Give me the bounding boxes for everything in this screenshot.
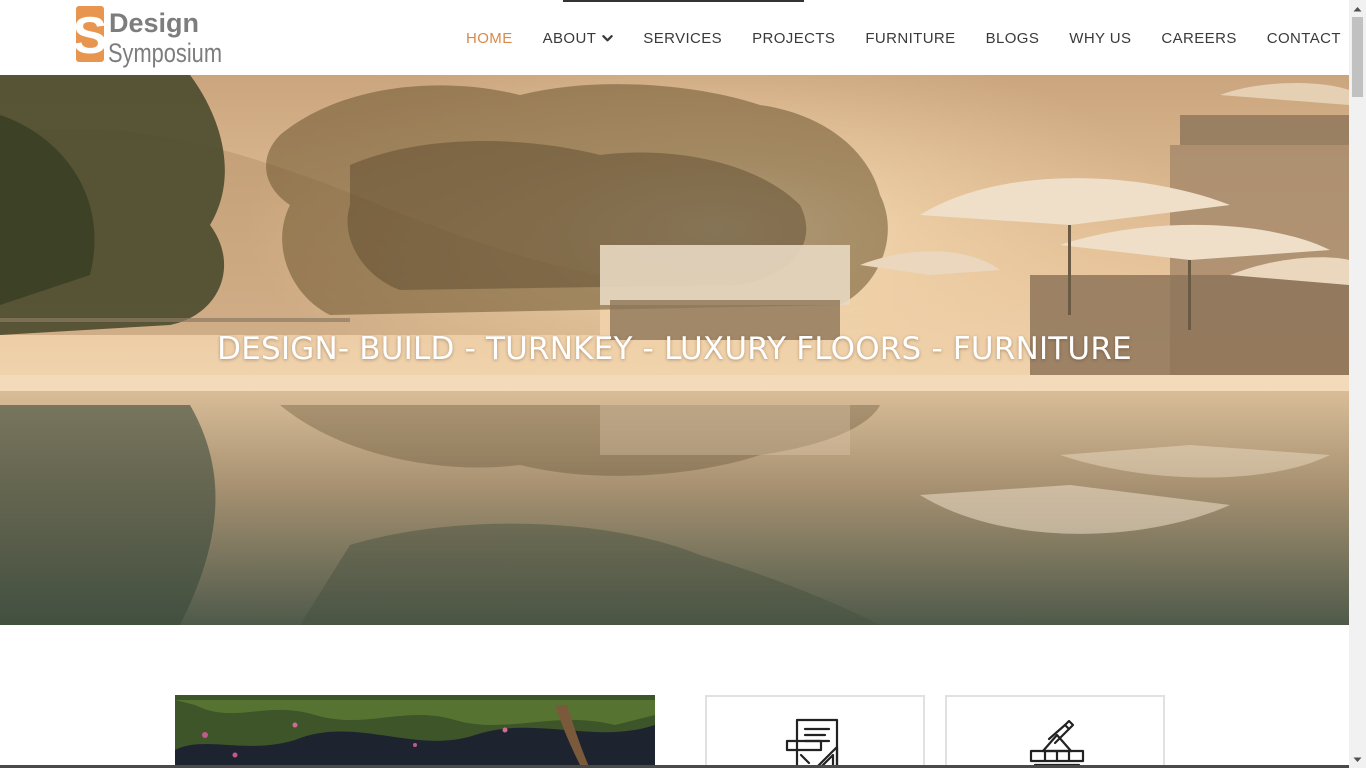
nav-about[interactable]: ABOUT <box>543 30 614 47</box>
scrollbar-thumb[interactable] <box>1352 17 1363 97</box>
scroll-down-arrow-icon[interactable] <box>1349 751 1366 768</box>
nav-furniture[interactable]: FURNITURE <box>865 30 955 47</box>
nav-why-us-label: WHY US <box>1069 29 1132 47</box>
page: S Design Symposium HOME ABOUT SERVICES P… <box>0 0 1349 768</box>
blueprint-drafting-icon <box>785 717 849 768</box>
nav-home[interactable]: HOME <box>466 30 513 47</box>
nav-furniture-label: FURNITURE <box>865 29 956 47</box>
service-card-design[interactable] <box>705 695 925 768</box>
logo-line2: Symposium <box>108 38 222 68</box>
nav-projects-label: PROJECTS <box>752 29 836 47</box>
main-nav: HOME ABOUT SERVICES PROJECTS FURNITURE B… <box>466 26 1341 50</box>
nav-services-label: SERVICES <box>643 29 723 47</box>
site-header: S Design Symposium HOME ABOUT SERVICES P… <box>0 0 1349 75</box>
service-card-build[interactable] <box>945 695 1165 768</box>
nav-contact[interactable]: CONTACT <box>1267 30 1341 47</box>
nav-blogs-label: BLOGS <box>985 29 1040 47</box>
feature-image <box>175 695 655 768</box>
nav-careers-label: CAREERS <box>1161 29 1237 47</box>
logo[interactable]: S Design Symposium <box>76 6 226 68</box>
hero-banner: DESIGN- BUILD - TURNKEY - LUXURY FLOORS … <box>0 75 1349 625</box>
nav-blogs[interactable]: BLOGS <box>986 30 1040 47</box>
nav-services[interactable]: SERVICES <box>643 30 722 47</box>
nav-about-label: ABOUT <box>542 29 597 47</box>
top-indicator-line <box>563 0 804 2</box>
logo-line1: Design <box>109 8 199 38</box>
nav-why-us[interactable]: WHY US <box>1069 30 1131 47</box>
nav-careers[interactable]: CAREERS <box>1161 30 1236 47</box>
scroll-up-arrow-icon[interactable] <box>1349 0 1366 17</box>
nav-home-label: HOME <box>466 29 513 47</box>
hero-title: DESIGN- BUILD - TURNKEY - LUXURY FLOORS … <box>217 331 1132 367</box>
nav-projects[interactable]: PROJECTS <box>752 30 835 47</box>
nav-contact-label: CONTACT <box>1266 29 1341 47</box>
page-scrollbar[interactable] <box>1349 0 1366 768</box>
logo-letter: S <box>76 7 107 65</box>
chevron-down-icon <box>602 33 614 44</box>
construction-build-icon <box>1025 717 1089 768</box>
